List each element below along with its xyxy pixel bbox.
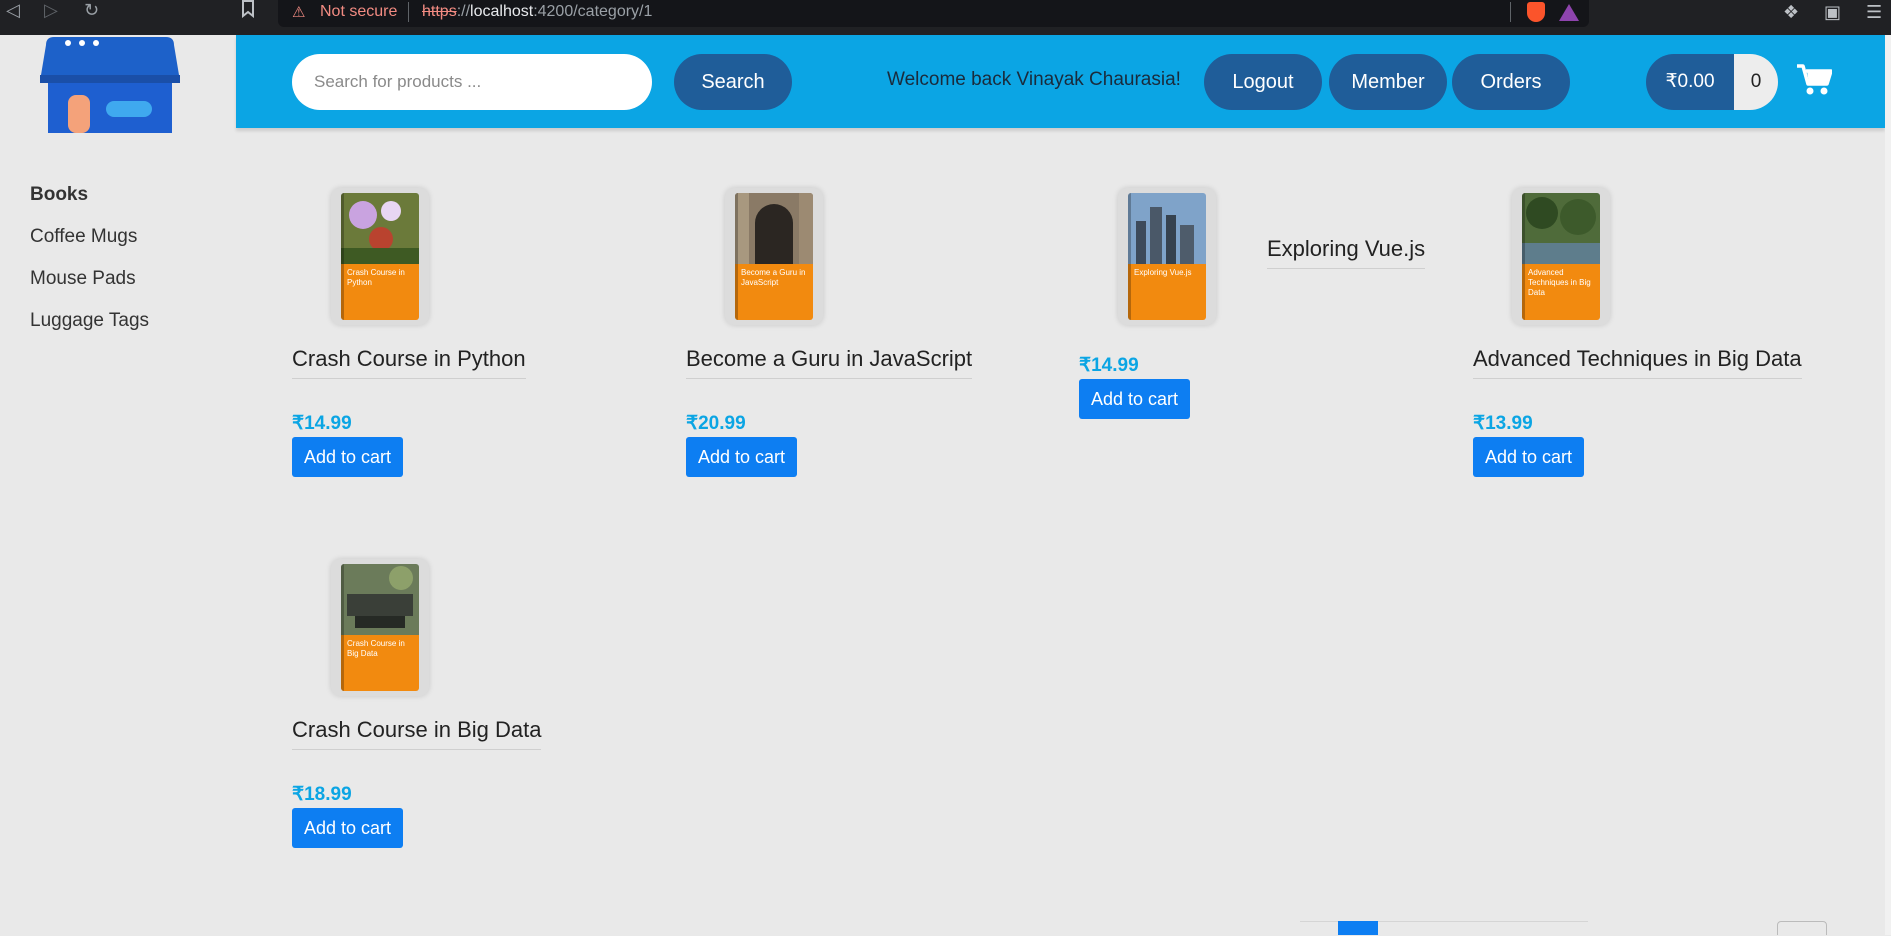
sidebar-item-mouse-pads[interactable]: Mouse Pads [30, 264, 149, 306]
divider [1510, 2, 1511, 22]
product-image[interactable]: Crash Course in Big Data [331, 559, 429, 696]
cart-count[interactable]: 0 [1734, 54, 1778, 110]
product-image[interactable]: Exploring Vue.js [1118, 188, 1216, 325]
url-scheme: https [422, 3, 457, 20]
menu-icon[interactable]: ☰ [1866, 2, 1882, 23]
add-to-cart-button[interactable]: Add to cart [292, 437, 404, 477]
sidebar-item-books[interactable]: Books [30, 180, 149, 222]
shopping-cart-icon[interactable] [1796, 63, 1833, 97]
pagination-current-page[interactable] [1338, 921, 1378, 935]
product-title[interactable]: Become a Guru in JavaScript [686, 346, 973, 379]
product-price: ₹14.99 [1079, 355, 1139, 376]
product-image[interactable]: Advanced Techniques in Big Data [1512, 188, 1610, 325]
search-button[interactable]: Search [674, 54, 792, 110]
browser-toolbar: ◁ ▷ ↻ ⚠ Not secure https://localhost:420… [0, 0, 1891, 35]
url-path: :4200/category/1 [533, 3, 653, 20]
store-logo[interactable] [38, 35, 182, 133]
category-sidebar: Books Coffee Mugs Mouse Pads Luggage Tag… [30, 180, 149, 348]
url-host: localhost [470, 3, 534, 20]
cover-title: Exploring Vue.js [1134, 268, 1192, 277]
divider [408, 2, 409, 22]
logout-button[interactable]: Logout [1204, 54, 1322, 110]
product-price: ₹18.99 [292, 784, 352, 805]
back-icon[interactable]: ◁ [6, 0, 20, 24]
url-text[interactable]: https://localhost:4200/category/1 [422, 3, 652, 21]
add-to-cart-button[interactable]: Add to cart [1079, 379, 1191, 419]
cover-title: Crash Course in Python [347, 268, 405, 287]
reload-icon[interactable]: ↻ [84, 0, 99, 24]
address-bar[interactable]: ⚠ Not secure https://localhost:4200/cate… [278, 0, 1589, 27]
sidebar-item-coffee-mugs[interactable]: Coffee Mugs [30, 222, 149, 264]
url-separator: :// [456, 3, 471, 20]
product-price: ₹20.99 [686, 413, 746, 434]
security-label: Not secure [320, 3, 398, 20]
rewards-icon[interactable] [1559, 4, 1579, 21]
scrollbar[interactable] [1885, 35, 1891, 935]
product-title[interactable]: Crash Course in Big Data [292, 717, 542, 750]
top-nav: Search Welcome back Vinayak Chaurasia! L… [236, 35, 1885, 128]
product-image[interactable]: Become a Guru in JavaScript [725, 188, 823, 325]
bookmark-icon[interactable] [241, 0, 255, 24]
product-title[interactable]: Crash Course in Python [292, 346, 526, 379]
search-input[interactable] [292, 54, 652, 110]
forward-icon[interactable]: ▷ [44, 0, 58, 24]
add-to-cart-button[interactable]: Add to cart [292, 808, 404, 848]
product-title[interactable]: Advanced Techniques in Big Data [1473, 346, 1802, 379]
sidebar-item-luggage-tags[interactable]: Luggage Tags [30, 306, 149, 348]
add-to-cart-button[interactable]: Add to cart [1473, 437, 1585, 477]
brave-icon[interactable] [1527, 2, 1545, 22]
add-to-cart-button[interactable]: Add to cart [686, 437, 798, 477]
product-image[interactable]: Crash Course in Python [331, 188, 429, 325]
member-button[interactable]: Member [1329, 54, 1447, 110]
cover-title: Become a Guru in JavaScript [741, 268, 806, 287]
cart-total[interactable]: ₹0.00 [1646, 54, 1734, 110]
welcome-text: Welcome back Vinayak Chaurasia! [887, 69, 1181, 90]
product-price: ₹14.99 [292, 413, 352, 434]
warning-icon: ⚠ [292, 3, 306, 21]
product-price: ₹13.99 [1473, 413, 1533, 434]
cover-title: Crash Course in Big Data [347, 639, 405, 658]
orders-button[interactable]: Orders [1452, 54, 1570, 110]
extensions-icon[interactable]: ❖ [1783, 2, 1799, 23]
cover-title: Advanced Techniques in Big Data [1528, 268, 1591, 297]
wallet-icon[interactable]: ▣ [1824, 2, 1841, 23]
page-size-select[interactable] [1777, 921, 1827, 935]
product-title[interactable]: Exploring Vue.js [1267, 236, 1426, 269]
